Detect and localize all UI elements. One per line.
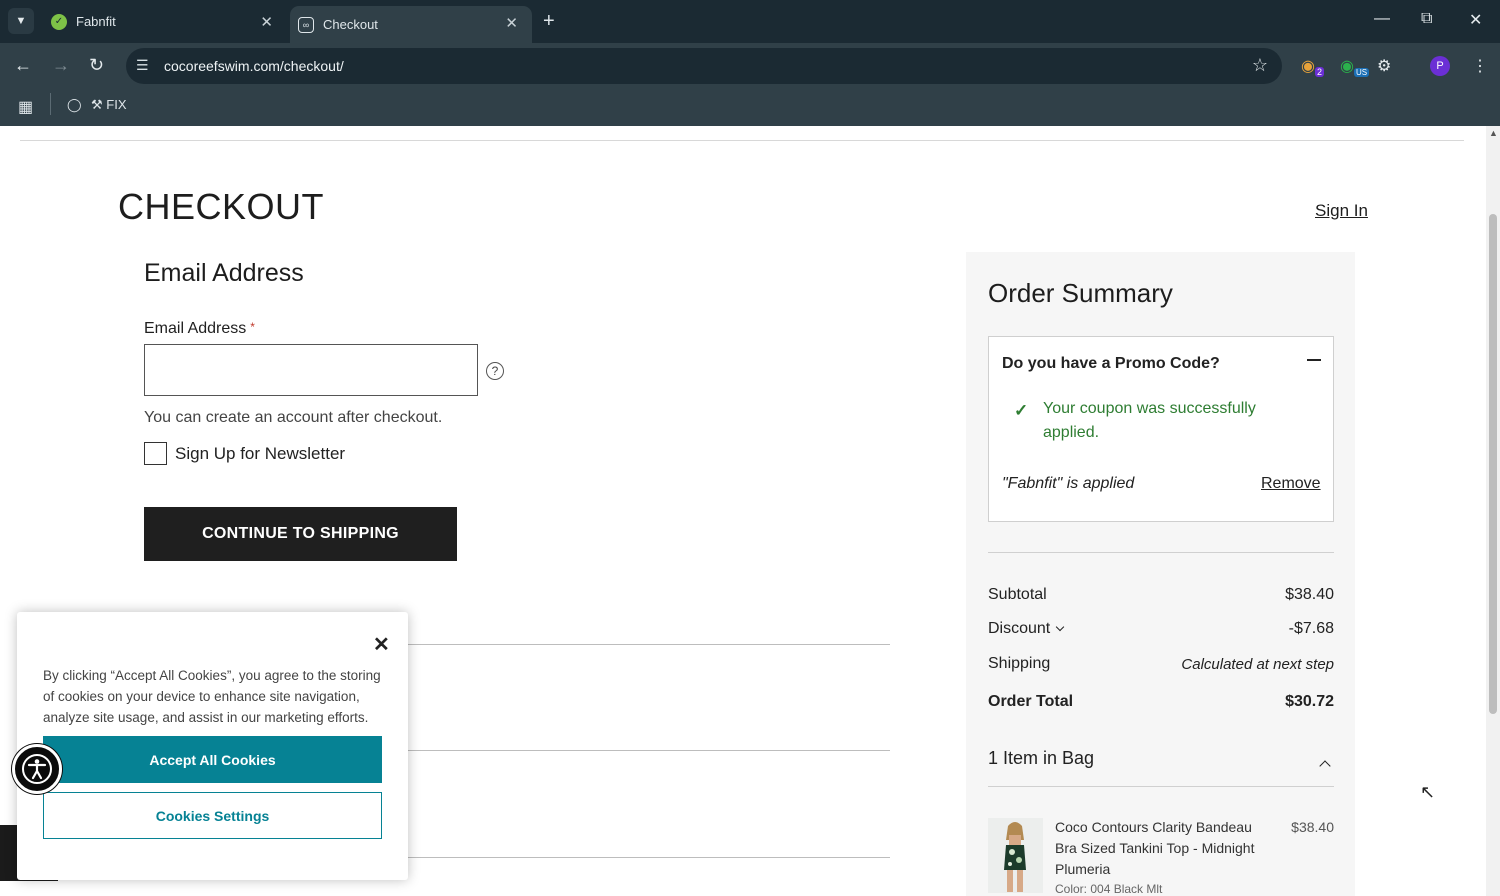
back-icon[interactable]: ←: [14, 55, 32, 76]
remove-coupon-link[interactable]: Remove: [1261, 475, 1321, 493]
account-hint: You can create an account after checkout…: [144, 409, 443, 426]
site-info-icon[interactable]: ☰: [136, 57, 149, 74]
apps-grid-icon[interactable]: ▦: [18, 97, 33, 117]
newsletter-label[interactable]: Sign Up for Newsletter: [175, 444, 345, 464]
collapse-minus-icon[interactable]: [1307, 359, 1321, 361]
shipping-value: Calculated at next step: [1181, 656, 1334, 673]
step-divider: [408, 857, 890, 858]
url-text[interactable]: cocoreefswim.com/checkout/: [164, 58, 344, 74]
coupon-success-message: Your coupon was successfully applied.: [1043, 400, 1256, 441]
scroll-up-icon[interactable]: ▲: [1489, 128, 1498, 138]
subtotal-label: Subtotal: [988, 586, 1047, 603]
bookmark-divider: [50, 93, 51, 115]
close-tab-icon[interactable]: ✕: [505, 14, 518, 32]
chevron-down-icon: [1056, 622, 1065, 632]
checkout-favicon-icon: ∞: [298, 16, 314, 33]
tab-title: Checkout: [323, 17, 378, 32]
close-window-icon[interactable]: ✕: [1469, 10, 1482, 30]
page-scrollbar[interactable]: ▲: [1486, 126, 1500, 896]
checkout-page: CHECKOUT Sign In Email Address Email Add…: [0, 126, 1486, 896]
email-label: Email Address *: [144, 320, 255, 337]
accessibility-icon[interactable]: [12, 744, 62, 794]
accept-cookies-button[interactable]: Accept All Cookies: [43, 736, 382, 783]
applied-code-text: "Fabnfit" is applied: [1002, 475, 1135, 492]
cookie-text: By clicking “Accept All Cookies”, you ag…: [43, 668, 381, 725]
swimsuit-model-image: [988, 818, 1043, 893]
tab-checkout[interactable]: ∞ Checkout ✕: [290, 6, 532, 43]
page-title: CHECKOUT: [118, 186, 325, 227]
email-field[interactable]: [144, 344, 478, 396]
help-icon[interactable]: ?: [486, 362, 504, 380]
browser-menu-icon[interactable]: ⋮: [1472, 56, 1488, 76]
close-tab-icon[interactable]: ✕: [260, 13, 273, 31]
forward-icon[interactable]: →: [52, 55, 70, 76]
minimize-icon[interactable]: —: [1374, 10, 1390, 28]
order-total-value: $30.72: [1285, 693, 1334, 710]
sign-in-link[interactable]: Sign In: [1315, 201, 1368, 221]
summary-title: Order Summary: [988, 278, 1173, 308]
profile-avatar[interactable]: P: [1430, 56, 1450, 76]
order-summary: Order Summary Do you have a Promo Code? …: [966, 252, 1355, 896]
bookmarks-bar: ▦ ◯ ⚒ FIX: [0, 89, 1500, 126]
checkmark-icon: ✓: [1014, 401, 1029, 420]
bag-divider: [988, 786, 1334, 787]
continue-to-shipping-button[interactable]: CONTINUE TO SHIPPING: [144, 507, 457, 561]
promo-question[interactable]: Do you have a Promo Code?: [1002, 355, 1220, 373]
new-tab-icon[interactable]: +: [543, 10, 555, 33]
mouse-cursor-icon: ↖: [1420, 782, 1436, 802]
promo-code-panel: Do you have a Promo Code? ✓ Your coupon …: [988, 336, 1334, 522]
discount-toggle[interactable]: Discount: [988, 620, 1065, 638]
product-color: Color: 004 Black Mlt: [1055, 882, 1163, 896]
cookie-settings-button[interactable]: Cookies Settings: [43, 792, 382, 839]
globe-icon: ◯: [67, 97, 82, 112]
product-name[interactable]: Coco Contours Clarity Bandeau Bra Sized …: [1055, 817, 1275, 880]
close-icon[interactable]: ✕: [373, 632, 390, 657]
step-divider: [408, 644, 890, 645]
discount-value: -$7.68: [1288, 620, 1334, 637]
vpn-extension-icon[interactable]: ◉ US: [1340, 56, 1370, 78]
order-total-label: Order Total: [988, 693, 1074, 710]
scroll-thumb[interactable]: [1489, 214, 1497, 714]
fabnfit-favicon-icon: ✓: [51, 13, 67, 30]
email-section-title: Email Address: [144, 259, 304, 287]
bookmark-label: FIX: [106, 97, 127, 112]
header-divider: [20, 140, 1464, 141]
tab-title: Fabnfit: [76, 14, 116, 29]
address-bar[interactable]: ☰ cocoreefswim.com/checkout/ ☆: [126, 48, 1282, 84]
bookmark-star-icon[interactable]: ☆: [1252, 55, 1268, 76]
tab-fabnfit[interactable]: ✓ Fabnfit ✕: [42, 0, 287, 43]
bookmark-fix[interactable]: ⚒ FIX: [91, 97, 127, 113]
newsletter-checkbox[interactable]: [144, 442, 167, 465]
required-mark: *: [250, 320, 255, 334]
step-divider: [408, 750, 890, 751]
accessibility-figure-icon: [22, 754, 52, 784]
reload-icon[interactable]: ↻: [89, 55, 104, 76]
bag-title[interactable]: 1 Item in Bag: [988, 748, 1094, 769]
shipping-label: Shipping: [988, 655, 1051, 672]
tab-search-button[interactable]: ▼: [8, 8, 34, 34]
restore-icon[interactable]: ⧉: [1421, 10, 1432, 28]
product-price: $38.40: [1291, 819, 1334, 835]
extension-badge-icon[interactable]: ◉ 2: [1301, 56, 1324, 78]
summary-divider: [988, 552, 1334, 553]
chevron-up-icon[interactable]: [1319, 760, 1331, 772]
browser-toolbar: ← → ↻ ☰ cocoreefswim.com/checkout/ ☆ ◉ 2 …: [0, 43, 1500, 89]
cookie-consent-banner: ✕ By clicking “Accept All Cookies”, you …: [17, 612, 408, 880]
product-thumbnail[interactable]: [988, 818, 1043, 893]
subtotal-value: $38.40: [1285, 586, 1334, 603]
extensions-puzzle-icon[interactable]: ⚙: [1377, 56, 1391, 76]
browser-tab-strip: ▼ ✓ Fabnfit ✕ ∞ Checkout ✕ + — ⧉ ✕: [0, 0, 1500, 43]
